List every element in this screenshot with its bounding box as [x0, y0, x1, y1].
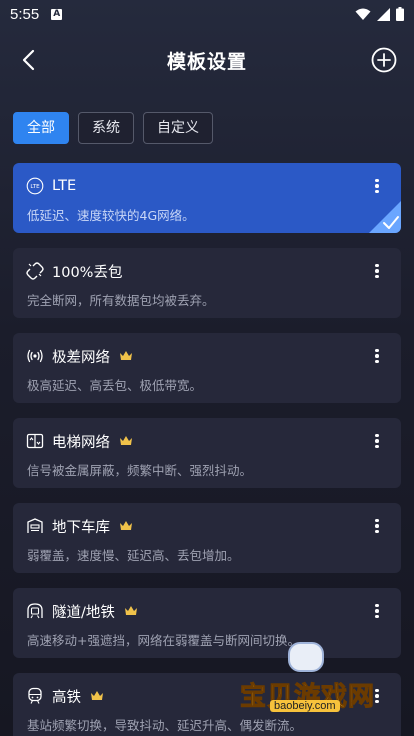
status-bar: 5:55 A: [0, 0, 414, 28]
watermark: 宝贝游戏网 baobeiy.com: [232, 640, 392, 720]
template-title: 隧道/地铁: [52, 604, 115, 621]
more-options-button[interactable]: [369, 602, 385, 620]
template-desc: 完全断网，所有数据包均被丢弃。: [27, 293, 215, 308]
elevator-icon: [26, 432, 44, 450]
template-title: 极差网络: [52, 349, 110, 366]
lte-icon: LTE: [26, 177, 44, 195]
template-desc: 弱覆盖，速度慢、延迟高、丢包增加。: [27, 548, 240, 563]
broken-link-icon: [26, 262, 44, 280]
template-title: LTE: [52, 178, 77, 194]
crown-icon: [119, 520, 133, 532]
app-header: 模板设置: [0, 38, 414, 82]
garage-icon: [26, 517, 44, 535]
template-card-garage[interactable]: 地下车库 弱覆盖，速度慢、延迟高、丢包增加。: [13, 503, 401, 573]
template-title: 地下车库: [52, 519, 110, 536]
plus-circle-icon: [371, 47, 397, 73]
template-card-lte[interactable]: LTE LTE 低延迟、速度较快的4G网络。: [13, 163, 401, 233]
battery-icon: [396, 7, 404, 21]
chevron-left-icon: [22, 49, 35, 71]
filter-tabs: 全部 系统 自定义: [13, 112, 213, 144]
status-time: 5:55: [10, 5, 40, 23]
watermark-url: baobeiy.com: [270, 700, 340, 712]
more-options-button[interactable]: [369, 432, 385, 450]
more-options-button[interactable]: [369, 517, 385, 535]
more-options-button[interactable]: [369, 262, 385, 280]
train-icon: [26, 687, 44, 705]
svg-text:LTE: LTE: [30, 184, 40, 190]
notification-a-icon: A: [51, 8, 63, 20]
template-title: 100%丢包: [52, 264, 123, 281]
tab-system[interactable]: 系统: [78, 112, 134, 144]
add-template-button[interactable]: [370, 46, 398, 74]
signal-waves-icon: [26, 347, 44, 365]
more-options-button[interactable]: [369, 347, 385, 365]
crown-icon: [119, 350, 133, 362]
template-card-elevator[interactable]: 电梯网络 信号被金属屏蔽，频繁中断、强烈抖动。: [13, 418, 401, 488]
tab-custom[interactable]: 自定义: [143, 112, 213, 144]
metro-icon: [26, 602, 44, 620]
tab-all[interactable]: 全部: [13, 112, 69, 144]
gamepad-icon: [288, 642, 324, 672]
wifi-icon: [355, 8, 371, 20]
template-desc: 信号被金属屏蔽，频繁中断、强烈抖动。: [27, 463, 253, 478]
more-options-button[interactable]: [369, 177, 385, 195]
template-title: 高铁: [52, 689, 81, 706]
page-title: 模板设置: [166, 50, 247, 73]
template-card-packet-loss[interactable]: 100%丢包 完全断网，所有数据包均被丢弃。: [13, 248, 401, 318]
cellular-signal-icon: [377, 7, 390, 21]
status-icons: [355, 7, 404, 21]
template-desc: 极高延迟、高丢包、极低带宽。: [27, 378, 203, 393]
template-desc: 低延迟、速度较快的4G网络。: [27, 208, 195, 223]
crown-icon: [124, 605, 138, 617]
template-title: 电梯网络: [52, 434, 110, 451]
template-card-bad-network[interactable]: 极差网络 极高延迟、高丢包、极低带宽。: [13, 333, 401, 403]
back-button[interactable]: [14, 46, 42, 74]
crown-icon: [119, 435, 133, 447]
selected-check-icon: [369, 201, 401, 233]
crown-icon: [90, 690, 104, 702]
